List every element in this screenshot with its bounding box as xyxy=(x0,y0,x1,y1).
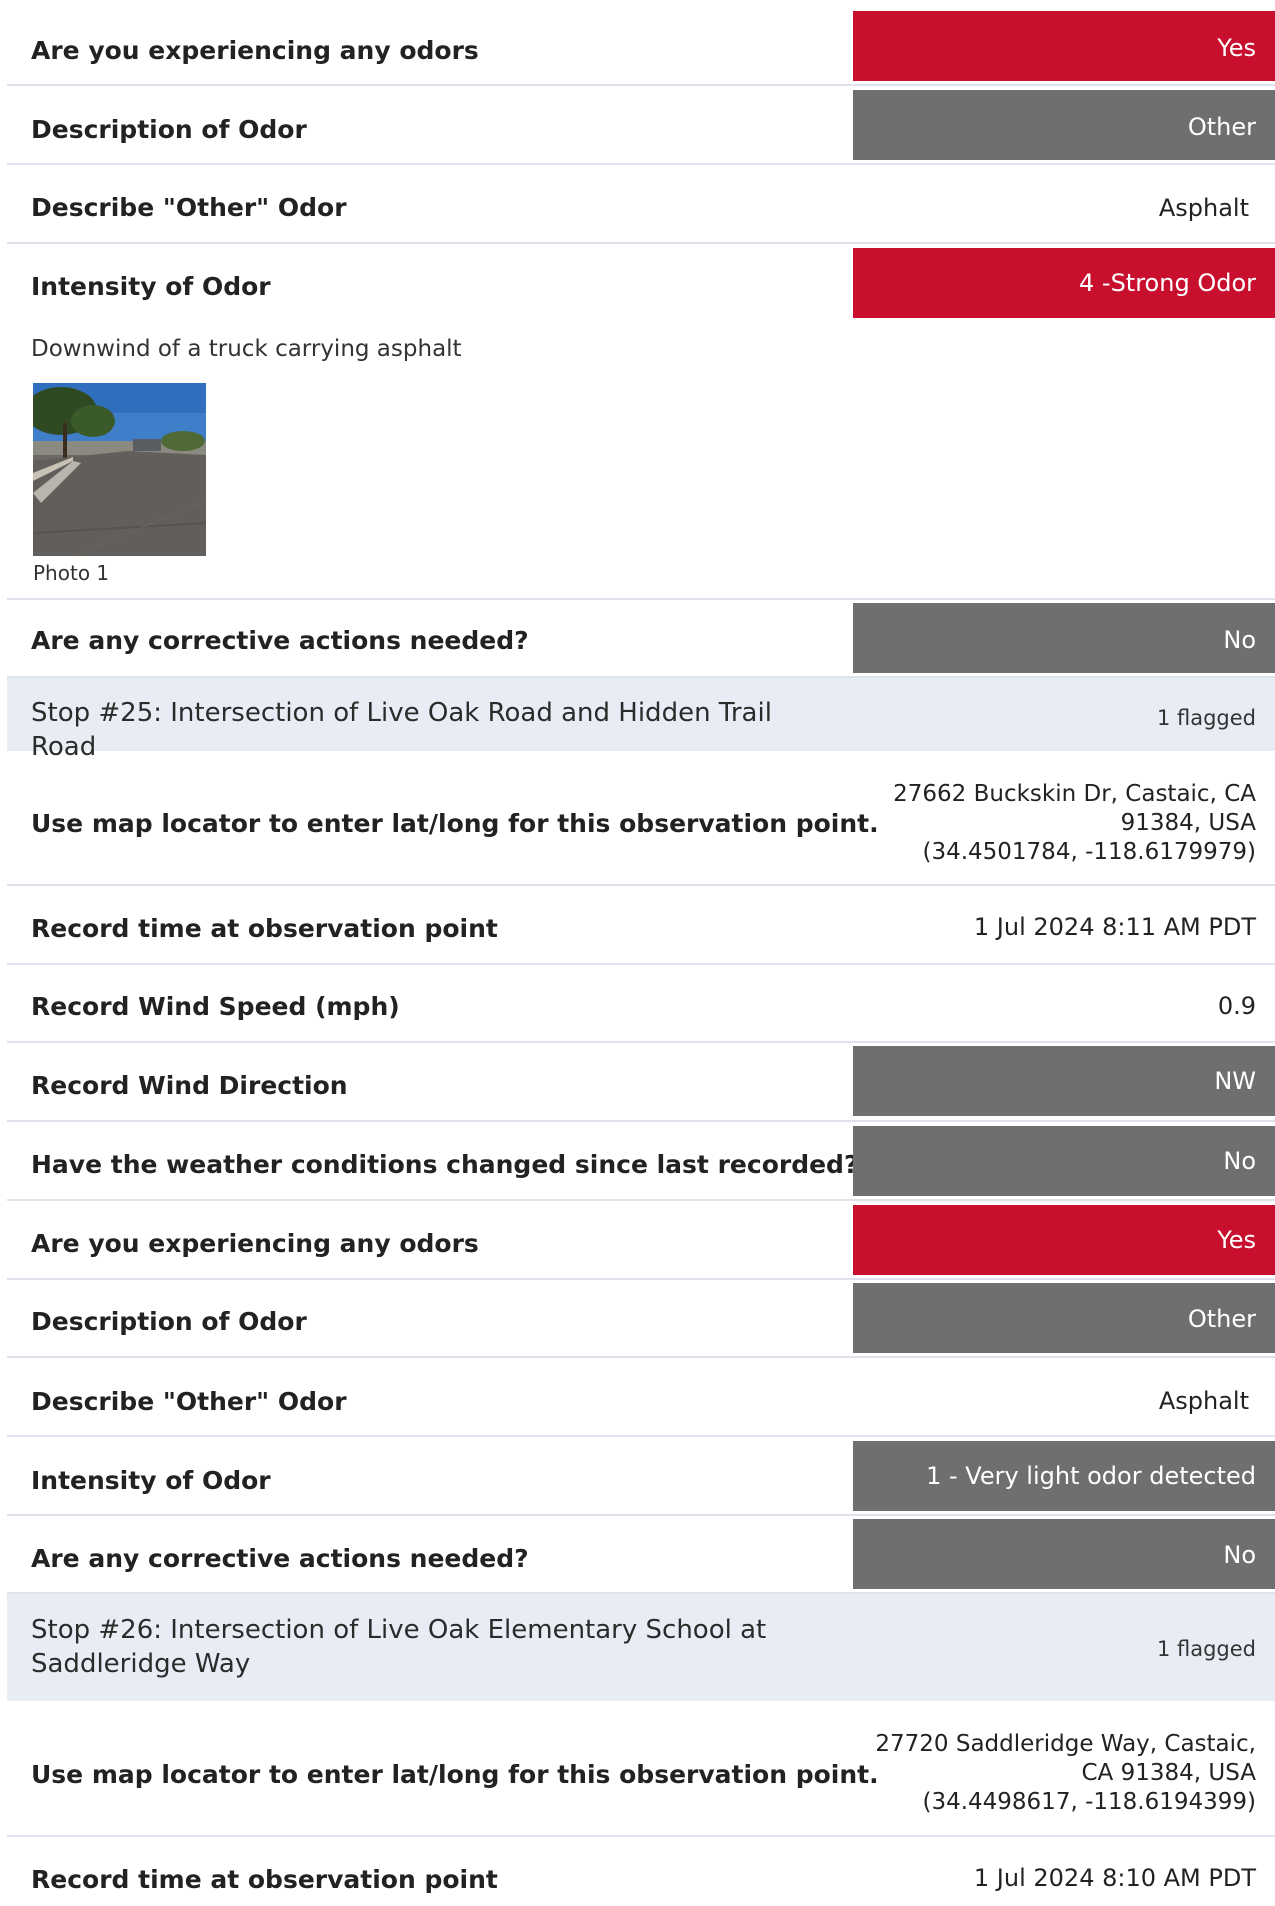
row-odor-description: Description of Odor Other xyxy=(7,86,1275,165)
answer-record-time: 1 Jul 2024 8:11 AM PDT xyxy=(973,913,1256,941)
row-record-time: Record time at observation point 1 Jul 2… xyxy=(7,886,1275,965)
answer-odor-description-badge: Other xyxy=(853,1283,1275,1353)
street-photo-image xyxy=(33,383,206,556)
answer-map-location: 27662 Buckskin Dr, Castaic, CA 91384, US… xyxy=(856,780,1256,867)
answer-corrective-actions-badge: No xyxy=(853,603,1275,673)
question-other-odor: Describe "Other" Odor xyxy=(31,1387,347,1416)
question-odor-intensity: Intensity of Odor xyxy=(31,1466,271,1495)
row-odor-description-2: Description of Odor Other xyxy=(7,1280,1275,1358)
row-wind-speed: Record Wind Speed (mph) 0.9 xyxy=(7,965,1275,1043)
answer-other-odor: Asphalt xyxy=(1158,1387,1249,1415)
question-wind-speed: Record Wind Speed (mph) xyxy=(31,992,400,1021)
address-line-1: 27662 Buckskin Dr, Castaic, CA xyxy=(893,781,1256,807)
question-other-odor: Describe "Other" Odor xyxy=(31,193,347,222)
row-wind-direction: Record Wind Direction NW xyxy=(7,1043,1275,1122)
question-map-locator: Use map locator to enter lat/long for th… xyxy=(31,809,879,838)
row-corrective-actions: Are any corrective actions needed? No xyxy=(7,600,1275,678)
coordinates: (34.4501784, -118.6179979) xyxy=(922,839,1256,865)
section-title-line-2: Saddleridge Way xyxy=(31,1649,251,1679)
address-line-2: 91384, USA xyxy=(1120,810,1256,836)
row-other-odor: Describe "Other" Odor Asphalt xyxy=(7,165,1275,244)
answer-odors-badge: Yes xyxy=(853,1205,1275,1275)
section-title-line-1: Stop #26: Intersection of Live Oak Eleme… xyxy=(31,1615,767,1645)
answer-odor-intensity-badge: 4 -Strong Odor xyxy=(853,248,1275,318)
question-weather-changed: Have the weather conditions changed sinc… xyxy=(31,1150,859,1179)
address-line-1: 27720 Saddleridge Way, Castaic, xyxy=(875,1731,1256,1757)
row-map-locator-2: Use map locator to enter lat/long for th… xyxy=(7,1701,1275,1837)
row-odors-2: Are you experiencing any odors Yes xyxy=(7,1201,1275,1280)
answer-record-time: 1 Jul 2024 8:10 AM PDT xyxy=(973,1864,1256,1892)
question-wind-direction: Record Wind Direction xyxy=(31,1071,348,1100)
address-line-2: CA 91384, USA xyxy=(1081,1760,1257,1786)
question-corrective-actions: Are any corrective actions needed? xyxy=(31,1544,529,1573)
question-map-locator: Use map locator to enter lat/long for th… xyxy=(31,1760,879,1789)
answer-weather-changed-badge: No xyxy=(853,1126,1275,1196)
question-odor-intensity: Intensity of Odor xyxy=(31,272,271,301)
row-record-time-2: Record time at observation point 1 Jul 2… xyxy=(7,1837,1275,1906)
observation-note: Downwind of a truck carrying asphalt xyxy=(31,336,462,362)
answer-odor-intensity-badge: 1 - Very light odor detected xyxy=(853,1441,1275,1511)
question-odors: Are you experiencing any odors xyxy=(31,1229,479,1258)
row-odors: Are you experiencing any odors Yes xyxy=(7,0,1275,86)
photo-thumbnail[interactable] xyxy=(33,383,206,556)
answer-odors-badge: Yes xyxy=(853,11,1275,81)
row-weather-changed: Have the weather conditions changed sinc… xyxy=(7,1122,1275,1201)
section-title-stop-26: Stop #26: Intersection of Live Oak Eleme… xyxy=(31,1613,811,1681)
coordinates: (34.4498617, -118.6194399) xyxy=(922,1789,1256,1815)
answer-map-location: 27720 Saddleridge Way, Castaic, CA 91384… xyxy=(856,1730,1256,1817)
section-header-stop-25[interactable]: Stop #25: Intersection of Live Oak Road … xyxy=(7,678,1275,762)
row-other-odor-2: Describe "Other" Odor Asphalt xyxy=(7,1358,1275,1437)
flagged-count: 1 flagged xyxy=(1156,1637,1256,1661)
question-odor-description: Description of Odor xyxy=(31,1307,307,1336)
flagged-count: 1 flagged xyxy=(1156,706,1256,730)
question-corrective-actions: Are any corrective actions needed? xyxy=(31,626,529,655)
row-odor-intensity-2: Intensity of Odor 1 - Very light odor de… xyxy=(7,1437,1275,1516)
question-odor-description: Description of Odor xyxy=(31,115,307,144)
answer-other-odor: Asphalt xyxy=(1158,194,1249,222)
question-odors: Are you experiencing any odors xyxy=(31,36,479,65)
answer-wind-speed: 0.9 xyxy=(1217,992,1256,1020)
section-header-stop-26[interactable]: Stop #26: Intersection of Live Oak Eleme… xyxy=(7,1594,1275,1701)
answer-odor-description-badge: Other xyxy=(853,90,1275,160)
question-record-time: Record time at observation point xyxy=(31,914,498,943)
row-map-locator: Use map locator to enter lat/long for th… xyxy=(7,751,1275,886)
photo-caption: Photo 1 xyxy=(33,561,110,585)
answer-corrective-actions-badge: No xyxy=(853,1519,1275,1589)
answer-wind-direction-badge: NW xyxy=(853,1046,1275,1116)
row-corrective-actions-2: Are any corrective actions needed? No xyxy=(7,1516,1275,1594)
question-record-time: Record time at observation point xyxy=(31,1865,498,1894)
